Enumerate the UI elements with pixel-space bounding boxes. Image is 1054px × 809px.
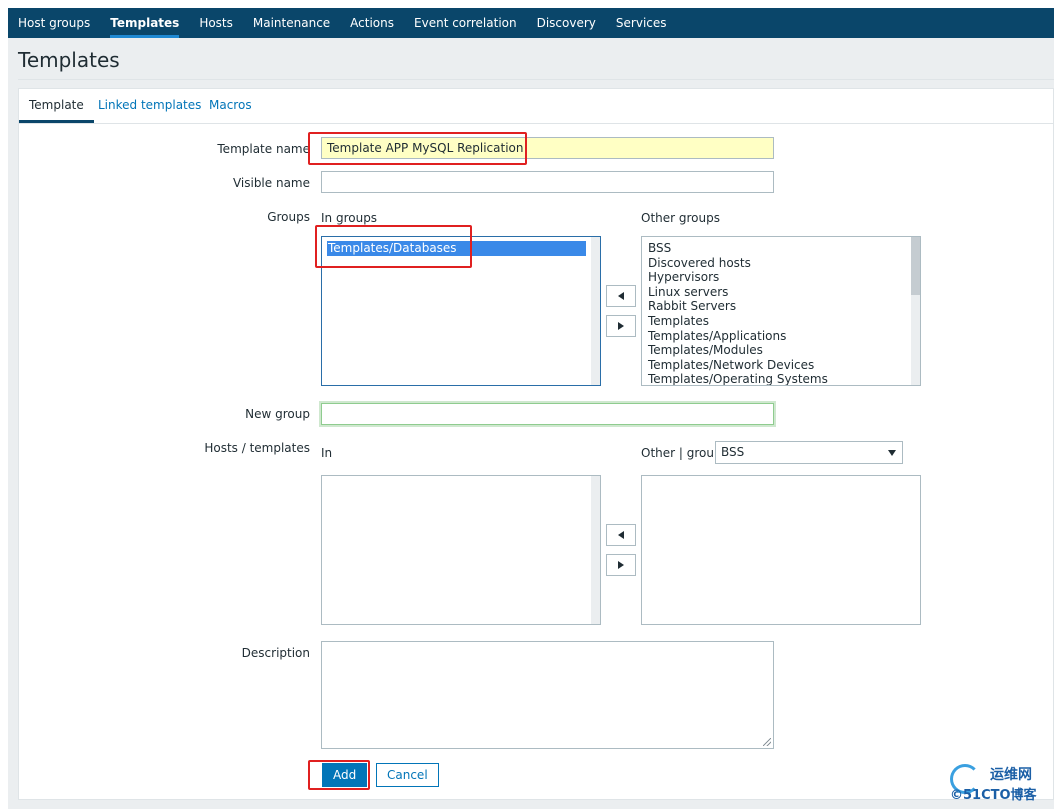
template-name-input[interactable]: Template APP MySQL Replication xyxy=(321,137,774,159)
title-divider xyxy=(18,79,1054,80)
visible-name-label: Visible name xyxy=(232,176,310,190)
nav-services[interactable]: Services xyxy=(606,8,677,38)
arrow-left-icon xyxy=(618,292,624,300)
nav-hosts[interactable]: Hosts xyxy=(189,8,243,38)
list-item[interactable]: Discovered hosts xyxy=(647,256,906,271)
other-groups-scroll-thumb[interactable] xyxy=(911,237,920,295)
new-group-label: New group xyxy=(245,407,310,421)
list-item[interactable]: Linux servers xyxy=(647,285,906,300)
visible-name-input[interactable] xyxy=(321,171,774,193)
host-group-select[interactable]: BSS xyxy=(715,441,903,464)
page-content: Templates Template Linked templates Macr… xyxy=(8,38,1054,809)
other-groups-label: Other groups xyxy=(641,211,720,225)
tab-template[interactable]: Template xyxy=(19,89,94,123)
nav-host-groups[interactable]: Host groups xyxy=(8,8,100,38)
hosts-other-list[interactable] xyxy=(641,475,921,625)
arrow-right-icon xyxy=(618,561,624,569)
other-groups-scrollbar[interactable] xyxy=(911,237,920,385)
watermark-line1: 运维网 xyxy=(990,767,1032,783)
watermark-logo: 运维网 ©51CTO博客 xyxy=(948,762,1052,806)
in-groups-list[interactable]: Templates/Databases xyxy=(321,236,601,386)
hosts-in-list[interactable] xyxy=(321,475,601,625)
hosts-templates-label: Hosts / templates xyxy=(204,441,310,455)
list-item[interactable]: BSS xyxy=(647,241,906,256)
list-item[interactable]: Hypervisors xyxy=(647,270,906,285)
tab-linked-templates[interactable]: Linked templates xyxy=(88,89,211,122)
add-host-button[interactable] xyxy=(606,524,636,546)
cancel-button[interactable]: Cancel xyxy=(376,763,439,787)
list-item[interactable]: Templates/Databases xyxy=(327,241,586,256)
template-name-label: Template name xyxy=(217,142,310,156)
add-group-button[interactable] xyxy=(606,285,636,307)
remove-host-button[interactable] xyxy=(606,554,636,576)
template-form-panel: Template Linked templates Macros Templat… xyxy=(18,88,1054,800)
other-groups-list[interactable]: BSS Discovered hosts Hypervisors Linux serv… xyxy=(641,236,921,386)
left-margin xyxy=(0,0,8,809)
add-button[interactable]: Add xyxy=(322,763,368,787)
hosts-in-scrollbar[interactable] xyxy=(591,476,600,624)
in-groups-scrollbar[interactable] xyxy=(591,237,600,385)
arrow-left-icon xyxy=(618,531,624,539)
description-label: Description xyxy=(241,646,310,660)
new-group-input[interactable] xyxy=(321,403,774,425)
arrow-right-icon xyxy=(618,322,624,330)
watermark-line2: ©51CTO博客 xyxy=(950,788,1037,803)
nav-templates[interactable]: Templates xyxy=(100,8,189,38)
remove-group-button[interactable] xyxy=(606,315,636,337)
description-textarea[interactable] xyxy=(321,641,774,749)
page-title: Templates xyxy=(18,48,120,72)
hosts-other-group-label: Other | group xyxy=(641,446,722,460)
list-item[interactable]: Templates/Network Devices xyxy=(647,358,906,373)
hosts-in-label: In xyxy=(321,446,333,460)
top-navigation: Host groups Templates Hosts Maintenance … xyxy=(8,8,1054,38)
list-item[interactable]: Templates xyxy=(647,314,906,329)
nav-event-correlation[interactable]: Event correlation xyxy=(404,8,527,38)
nav-maintenance[interactable]: Maintenance xyxy=(243,8,340,38)
tab-macros[interactable]: Macros xyxy=(199,89,262,122)
host-group-select-value: BSS xyxy=(721,445,745,459)
list-item[interactable]: Templates/Operating Systems xyxy=(647,372,906,385)
resize-handle-icon[interactable] xyxy=(763,738,771,746)
chevron-down-icon xyxy=(888,450,896,456)
in-groups-label: In groups xyxy=(321,211,378,225)
list-item[interactable]: Rabbit Servers xyxy=(647,299,906,314)
nav-actions[interactable]: Actions xyxy=(340,8,404,38)
list-item[interactable]: Templates/Applications xyxy=(647,329,906,344)
list-item[interactable]: Templates/Modules xyxy=(647,343,906,358)
nav-discovery[interactable]: Discovery xyxy=(527,8,606,38)
form-tabs: Template Linked templates Macros xyxy=(19,89,1053,124)
groups-label: Groups xyxy=(267,210,310,224)
